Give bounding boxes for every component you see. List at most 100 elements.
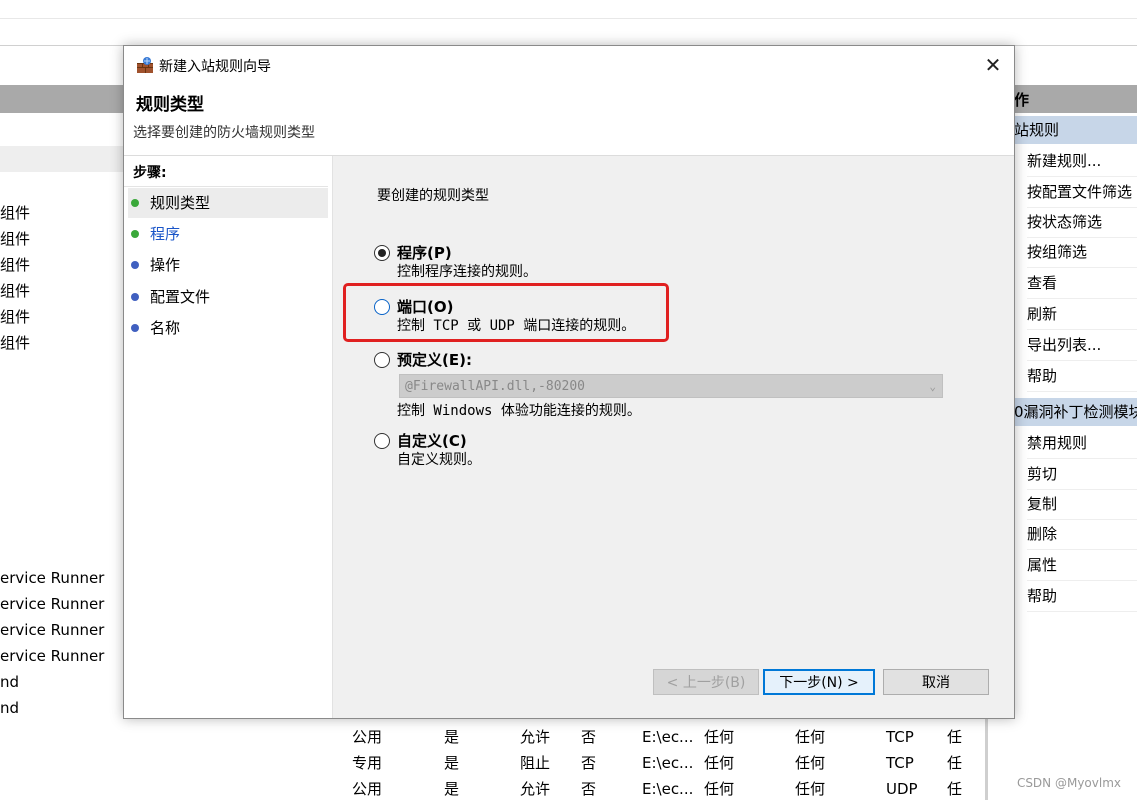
action-view[interactable]: 查看 [1027,268,1137,299]
action-filter-profile[interactable]: 按配置文件筛选 [1027,177,1137,208]
cell-protocol: TCP [886,728,914,746]
cell-enabled: 是 [444,754,460,772]
cancel-button[interactable]: 取消 [883,669,989,695]
cell-action: 允许 [520,780,551,798]
rule-type-prompt: 要创建的规则类型 [377,188,489,204]
step-label: 操作 [150,256,181,274]
cell-program: E:\ec... [642,728,694,746]
cell-override: 否 [581,780,597,798]
cell-protocol: TCP [886,754,914,772]
cell-override: 否 [581,754,597,772]
action-properties[interactable]: 属性 [1027,550,1137,581]
bg-left-item[interactable]: 组件 [0,332,30,353]
action-help[interactable]: 帮助 [1027,361,1137,392]
step-name[interactable]: 名称 [128,313,328,343]
cell-extra: 任 [947,780,963,798]
cell-program: E:\ec... [642,780,694,798]
action-export-list[interactable]: 导出列表... [1027,330,1137,361]
cell-enabled: 是 [444,780,460,798]
step-label: 规则类型 [150,194,211,212]
steps-title: 步骤: [133,165,167,181]
cell-protocol: UDP [886,780,918,798]
step-label: 程序 [150,225,181,243]
cell-local: 任何 [704,780,735,798]
predefined-select[interactable]: @FirewallAPI.dll,-80200 ⌄ [399,374,943,398]
program-description: 控制程序连接的规则。 [397,264,537,280]
cell-override: 否 [581,728,597,746]
close-button[interactable]: ✕ [980,52,1006,78]
actions-panel: 作 站规则 新建规则... 按配置文件筛选 按状态筛选 按组筛选 查看 刷新 导… [1014,85,1137,800]
cell-program: E:\ec... [642,754,694,772]
cell-extra: 任 [947,754,963,772]
action-new-rule[interactable]: 新建规则... [1027,146,1137,177]
action-filter-group[interactable]: 按组筛选 [1027,237,1137,268]
action-delete[interactable]: 删除 [1027,519,1137,550]
cell-profile: 公用 [352,728,383,746]
bg-left-subheader [0,146,124,172]
bg-left-item[interactable]: 组件 [0,202,30,223]
new-inbound-rule-wizard: 新建入站规则向导 ✕ 规则类型 选择要创建的防火墙规则类型 步骤: 规则类型 程… [123,45,1015,719]
cell-extra: 任 [947,728,963,746]
steps-divider [124,186,328,187]
panel-splitter[interactable] [985,718,988,800]
cell-remote: 任何 [795,754,826,772]
bg-left-item[interactable]: nd [0,699,19,717]
cell-profile: 专用 [352,754,383,772]
bg-left-item[interactable]: 组件 [0,254,30,275]
chevron-down-icon: ⌄ [929,380,936,393]
firewall-app-icon [137,57,153,73]
annotation-highlight-box [343,283,669,342]
action-refresh[interactable]: 刷新 [1027,299,1137,330]
step-status-dot [131,230,139,238]
action-disable-rule[interactable]: 禁用规则 [1027,428,1137,459]
bg-top-divider [0,18,1137,19]
custom-radio[interactable] [374,433,390,449]
step-action[interactable]: 操作 [128,250,328,280]
bg-left-item[interactable]: nd [0,673,19,691]
dialog-title: 新建入站规则向导 [159,59,271,75]
predefined-description: 控制 Windows 体验功能连接的规则。 [397,403,641,419]
bg-left-header [0,85,124,113]
cell-remote: 任何 [795,728,826,746]
dialog-title-bar[interactable]: 新建入站规则向导 ✕ [124,46,1014,84]
bg-left-item[interactable]: 组件 [0,306,30,327]
action-copy[interactable]: 复制 [1027,489,1137,520]
back-button[interactable]: < 上一步(B) [653,669,759,695]
actions-section-rule[interactable]: 0漏洞补丁检测模块 [1014,398,1137,426]
bg-left-item[interactable]: ervice Runner [0,595,104,613]
step-status-dot [131,199,139,207]
action-cut[interactable]: 剪切 [1027,459,1137,490]
step-status-dot [131,261,139,269]
cell-local: 任何 [704,728,735,746]
predefined-select-value: @FirewallAPI.dll,-80200 [405,379,586,394]
program-label[interactable]: 程序(P) [397,242,452,263]
step-status-dot [131,293,139,301]
bg-left-item[interactable]: ervice Runner [0,569,104,587]
bg-left-item[interactable]: ervice Runner [0,621,104,639]
action-help-2[interactable]: 帮助 [1027,581,1137,612]
content-pane: 要创建的规则类型 程序(P) 控制程序连接的规则。 端口(O) 控制 TCP 或… [333,156,1014,718]
bg-left-item[interactable]: ervice Runner [0,647,104,665]
cell-profile: 公用 [352,780,383,798]
cell-action: 允许 [520,728,551,746]
custom-label[interactable]: 自定义(C) [397,430,467,451]
step-program[interactable]: 程序 [128,219,328,249]
predefined-radio[interactable] [374,352,390,368]
action-filter-state[interactable]: 按状态筛选 [1027,207,1137,238]
predefined-label[interactable]: 预定义(E): [397,349,472,370]
step-label: 配置文件 [150,288,211,306]
step-rule-type[interactable]: 规则类型 [128,188,328,218]
cell-enabled: 是 [444,728,460,746]
steps-pane: 步骤: 规则类型 程序 操作 配置文件 名称 [124,156,333,718]
page-subtitle: 选择要创建的防火墙规则类型 [133,125,315,141]
bg-left-item[interactable]: 组件 [0,280,30,301]
actions-section-inbound[interactable]: 站规则 [1014,116,1137,144]
cell-action: 阻止 [520,754,551,772]
cell-remote: 任何 [795,780,826,798]
watermark: CSDN @Myovlmx [1016,776,1121,790]
page-title: 规则类型 [136,95,204,115]
bg-left-item[interactable]: 组件 [0,228,30,249]
next-button[interactable]: 下一步(N) > [763,669,875,695]
step-profile[interactable]: 配置文件 [128,282,328,312]
program-radio[interactable] [374,245,390,261]
